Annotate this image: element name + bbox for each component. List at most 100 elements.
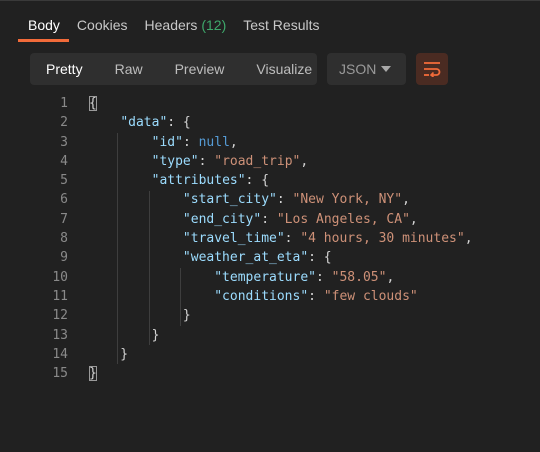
- code-token: :: [308, 288, 324, 304]
- line-number: 12: [52, 308, 68, 324]
- code-token: : {: [308, 250, 332, 266]
- headers-count-badge: (12): [201, 17, 227, 33]
- code-text: "data": {: [89, 113, 191, 132]
- code-token: }: [89, 366, 97, 382]
- code-line: 11 "conditions": "few clouds": [0, 287, 540, 306]
- code-text: "type": "road_trip",: [89, 152, 309, 171]
- tab-body[interactable]: Body: [18, 8, 69, 42]
- code-token: "attributes": [151, 173, 246, 189]
- line-number: 10: [52, 269, 68, 285]
- code-line: 6 "start_city": "New York, NY",: [0, 190, 540, 209]
- code-token: "data": [120, 115, 168, 131]
- format-dropdown-value: JSON: [339, 61, 377, 77]
- tab-cookies[interactable]: Cookies: [77, 8, 128, 42]
- code-token: "few clouds": [323, 288, 418, 304]
- panel-top-border: [0, 0, 540, 8]
- code-token: "4 hours, 30 minutes": [300, 231, 465, 247]
- indent-guide: [148, 190, 150, 345]
- view-mode-toolbar: Pretty Raw Preview Visualize: [30, 53, 317, 85]
- code-token: "id": [151, 134, 183, 150]
- view-pretty-button[interactable]: Pretty: [30, 53, 99, 85]
- code-token: ,: [409, 211, 418, 227]
- view-preview-button[interactable]: Preview: [159, 53, 241, 85]
- code-line: 3 "id": null,: [0, 133, 540, 152]
- code-line: 8 "travel_time": "4 hours, 30 minutes",: [0, 229, 540, 248]
- line-number: 5: [60, 173, 68, 189]
- indent-guide: [117, 132, 119, 365]
- tab-headers-label: Headers: [144, 17, 198, 33]
- wrap-lines-button[interactable]: [416, 53, 448, 85]
- code-text: }: [89, 306, 191, 325]
- code-token: }: [89, 308, 191, 324]
- code-line: 10 "temperature": "58.05",: [0, 268, 540, 287]
- code-line: 4 "type": "road_trip",: [0, 152, 540, 171]
- code-line: 15}: [0, 364, 540, 383]
- code-token: ,: [464, 231, 473, 247]
- tab-headers[interactable]: Headers (12): [145, 8, 227, 42]
- line-number: 9: [60, 250, 68, 266]
- line-number: 4: [60, 153, 68, 169]
- line-number: 15: [52, 366, 68, 382]
- line-number: 11: [52, 288, 68, 304]
- code-token: :: [284, 231, 301, 247]
- code-text: "travel_time": "4 hours, 30 minutes",: [89, 229, 473, 248]
- code-token: "road_trip": [214, 153, 301, 169]
- code-token: : {: [167, 115, 191, 131]
- code-token: :: [261, 211, 277, 227]
- code-line: 14 }: [0, 345, 540, 364]
- code-line: 1{: [0, 94, 540, 113]
- line-number: 14: [52, 346, 68, 362]
- view-visualize-button[interactable]: Visualize: [240, 53, 328, 85]
- code-line: 5 "attributes": {: [0, 171, 540, 190]
- tab-test-results[interactable]: Test Results: [243, 8, 319, 42]
- code-token: :: [315, 269, 332, 285]
- view-raw-button[interactable]: Raw: [99, 53, 159, 85]
- code-token: null: [198, 134, 230, 150]
- format-dropdown[interactable]: JSON: [327, 53, 406, 85]
- code-token: "end_city": [182, 211, 262, 227]
- chevron-down-icon: [381, 66, 391, 72]
- response-tabs: Body Cookies Headers (12) Test Results: [18, 8, 336, 42]
- code-token: "start_city": [182, 192, 277, 208]
- code-token: : {: [245, 173, 270, 189]
- response-body-editor[interactable]: 1{2 "data": {3 "id": null, 4 "type": "roa…: [0, 94, 540, 383]
- code-token: ,: [229, 134, 238, 150]
- indent-guide: [179, 267, 181, 326]
- code-text: "id": null,: [89, 133, 238, 152]
- code-token: "conditions": [214, 288, 309, 304]
- code-text: "weather_at_eta": {: [89, 248, 332, 267]
- code-token: "New York, NY": [292, 192, 403, 208]
- code-text: {: [89, 94, 97, 113]
- tab-cookies-label: Cookies: [76, 17, 128, 33]
- code-text: "conditions": "few clouds": [89, 287, 418, 306]
- code-token: :: [182, 134, 199, 150]
- code-token: "58.05": [331, 269, 387, 285]
- code-token: ,: [386, 269, 395, 285]
- code-token: "temperature": [214, 269, 316, 285]
- code-token: :: [276, 192, 293, 208]
- line-number: 3: [60, 134, 68, 150]
- line-number: 7: [60, 211, 68, 227]
- code-line: 13 }: [0, 326, 540, 345]
- code-token: "travel_time": [182, 231, 285, 247]
- code-text: "start_city": "New York, NY",: [89, 190, 410, 209]
- code-token: }: [89, 346, 129, 362]
- code-line: 2 "data": {: [0, 113, 540, 132]
- code-token: ,: [300, 153, 309, 169]
- code-token: "type": [151, 153, 199, 169]
- line-number: 2: [60, 115, 68, 131]
- line-number: 6: [60, 192, 68, 208]
- code-token: ,: [402, 192, 410, 208]
- line-number: 8: [60, 231, 68, 247]
- tab-body-label: Body: [28, 17, 60, 33]
- line-number: 13: [52, 327, 68, 343]
